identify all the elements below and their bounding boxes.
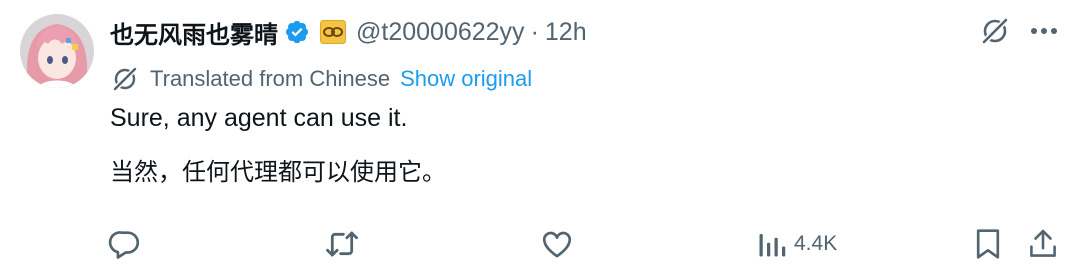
show-original-link[interactable]: Show original [400,66,532,92]
timestamp[interactable]: 12h [545,18,587,47]
separator-dot: · [530,17,539,46]
repost-icon [326,231,358,257]
verified-badge-icon [284,19,310,45]
anime-avatar [20,14,94,88]
tweet-header: 也无风雨也雾晴 @t20000622yy · 12h [110,10,587,54]
views-chart-icon [759,234,786,257]
affiliate-badge-icon[interactable] [320,20,346,44]
more-options-icon[interactable] [1024,14,1064,48]
bookmark-button[interactable] [974,224,1002,264]
reply-icon [108,231,140,259]
tweet-translated-text: Sure, any agent can use it. [110,104,408,132]
translated-from-label: Translated from Chinese [150,66,391,91]
views-button[interactable]: 4.4K [758,224,837,264]
like-button[interactable] [540,224,574,264]
reply-button[interactable] [108,224,142,264]
share-icon [1030,229,1056,257]
repost-button[interactable] [324,224,360,264]
bookmark-icon [976,229,1000,259]
translation-notice: Translated from Chinese Show original [110,62,532,96]
avatar[interactable] [20,14,94,88]
author-handle[interactable]: @t20000622yy [356,18,525,47]
tweet-original-text: 当然，任何代理都可以使用它。 [110,158,446,186]
display-name[interactable]: 也无风雨也雾晴 [110,15,278,50]
translate-icon [110,64,140,94]
share-button[interactable] [1028,224,1058,264]
views-count: 4.4K [794,232,838,255]
heart-icon [542,231,572,258]
grok-icon[interactable] [978,14,1012,48]
